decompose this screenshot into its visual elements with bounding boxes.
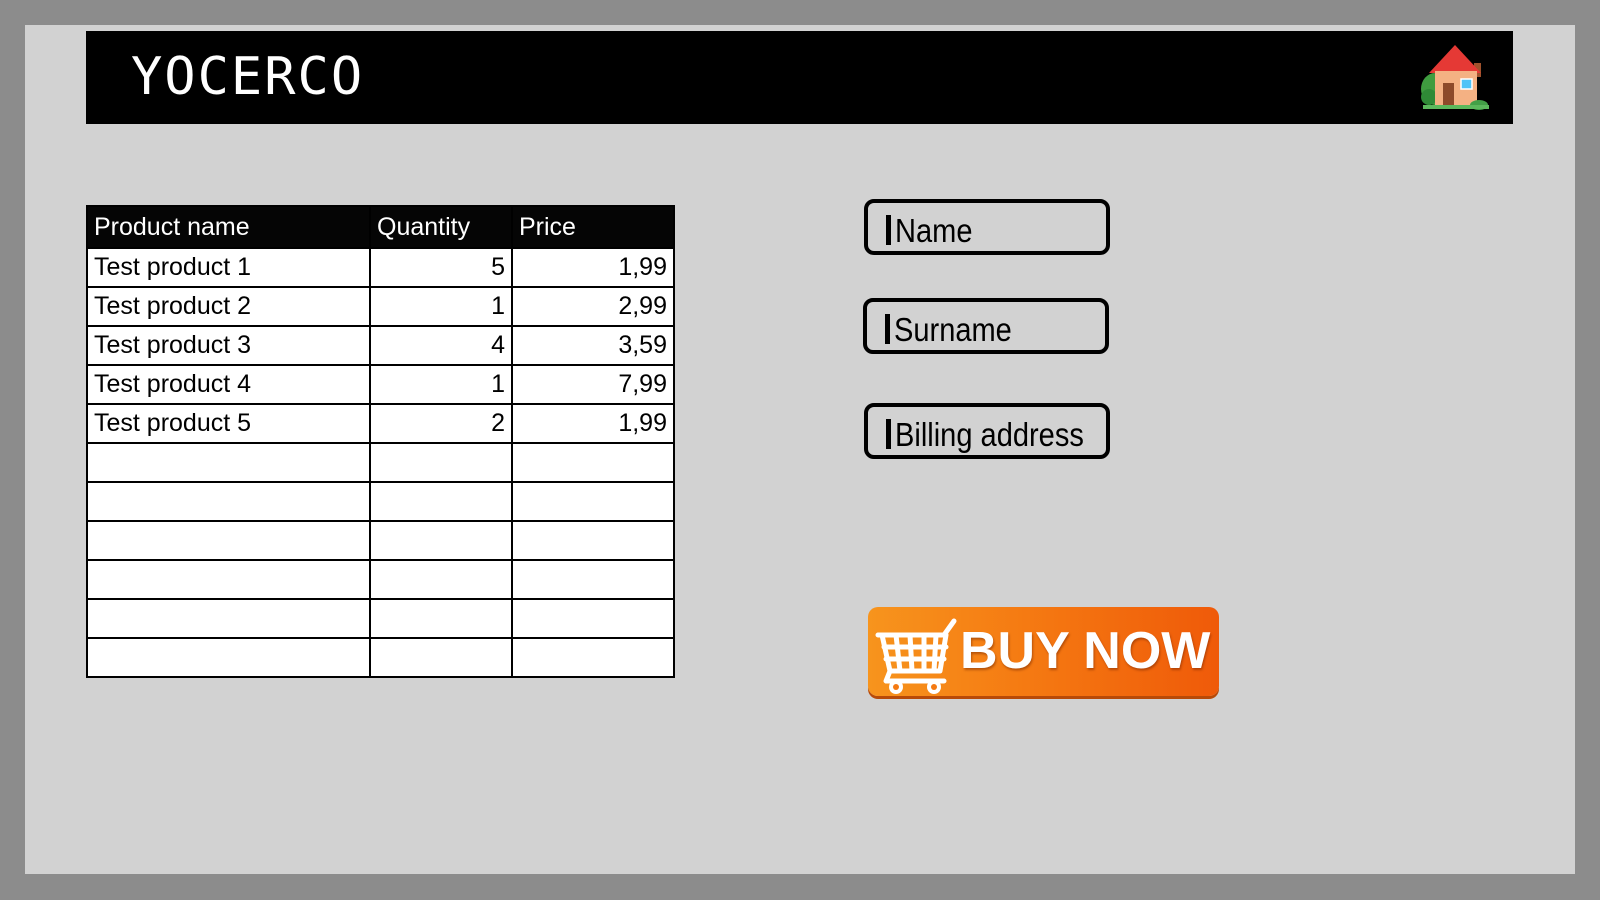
table-row: Test product 1 5 1,99 (86, 247, 675, 288)
name-placeholder: Name (895, 212, 973, 249)
empty-table-row (86, 637, 675, 678)
empty-cell[interactable] (86, 598, 371, 639)
empty-cell[interactable] (86, 442, 371, 483)
empty-cell[interactable] (369, 559, 513, 600)
column-header: Quantity (369, 205, 513, 249)
shopping-cart-icon (874, 615, 962, 697)
table-row: Test product 2 1 2,99 (86, 286, 675, 327)
buy-now-button[interactable]: BUY NOW (868, 607, 1219, 696)
header-bar: YOCERCO (86, 31, 1513, 124)
quantity-cell[interactable]: 5 (369, 247, 513, 288)
empty-cell[interactable] (86, 559, 371, 600)
product-name-cell[interactable]: Test product 4 (86, 364, 371, 405)
price-cell[interactable]: 1,99 (511, 403, 675, 444)
quantity-cell[interactable]: 1 (369, 364, 513, 405)
text-caret (886, 215, 891, 245)
column-header: Product name (86, 205, 371, 249)
empty-cell[interactable] (511, 559, 675, 600)
empty-cell[interactable] (511, 442, 675, 483)
price-cell[interactable]: 2,99 (511, 286, 675, 327)
empty-cell[interactable] (511, 481, 675, 522)
text-caret (886, 419, 891, 449)
house-icon[interactable] (1417, 41, 1493, 111)
surname-input[interactable]: Surname (863, 298, 1109, 354)
product-name-cell[interactable]: Test product 3 (86, 325, 371, 366)
brand-logo-text: YOCERCO (131, 47, 365, 107)
table-row: Test product 5 2 1,99 (86, 403, 675, 444)
quantity-cell[interactable]: 1 (369, 286, 513, 327)
product-name-cell[interactable]: Test product 1 (86, 247, 371, 288)
table-header-row: Product name Quantity Price (86, 205, 675, 249)
empty-cell[interactable] (369, 442, 513, 483)
product-name-cell[interactable]: Test product 2 (86, 286, 371, 327)
empty-table-row (86, 481, 675, 522)
price-cell[interactable]: 1,99 (511, 247, 675, 288)
quantity-cell[interactable]: 2 (369, 403, 513, 444)
products-table: Product name Quantity Price Test product… (86, 205, 675, 678)
empty-cell[interactable] (369, 481, 513, 522)
billing-address-input[interactable]: Billing address (864, 403, 1110, 459)
quantity-cell[interactable]: 4 (369, 325, 513, 366)
empty-cell[interactable] (369, 520, 513, 561)
billing-address-placeholder: Billing address (895, 416, 1084, 453)
buy-now-label: BUY NOW (960, 622, 1211, 680)
price-cell[interactable]: 7,99 (511, 364, 675, 405)
empty-table-row (86, 442, 675, 483)
empty-cell[interactable] (369, 637, 513, 678)
empty-table-row (86, 559, 675, 600)
empty-cell[interactable] (86, 637, 371, 678)
column-header: Price (511, 205, 675, 249)
product-name-cell[interactable]: Test product 5 (86, 403, 371, 444)
empty-cell[interactable] (86, 481, 371, 522)
empty-table-row (86, 520, 675, 561)
surname-placeholder: Surname (894, 311, 1012, 348)
name-input[interactable]: Name (864, 199, 1110, 255)
empty-cell[interactable] (511, 637, 675, 678)
price-cell[interactable]: 3,59 (511, 325, 675, 366)
empty-table-row (86, 598, 675, 639)
empty-cell[interactable] (86, 520, 371, 561)
table-row: Test product 3 4 3,59 (86, 325, 675, 366)
table-row: Test product 4 1 7,99 (86, 364, 675, 405)
empty-cell[interactable] (511, 598, 675, 639)
empty-cell[interactable] (369, 598, 513, 639)
text-caret (885, 314, 890, 344)
empty-cell[interactable] (511, 520, 675, 561)
